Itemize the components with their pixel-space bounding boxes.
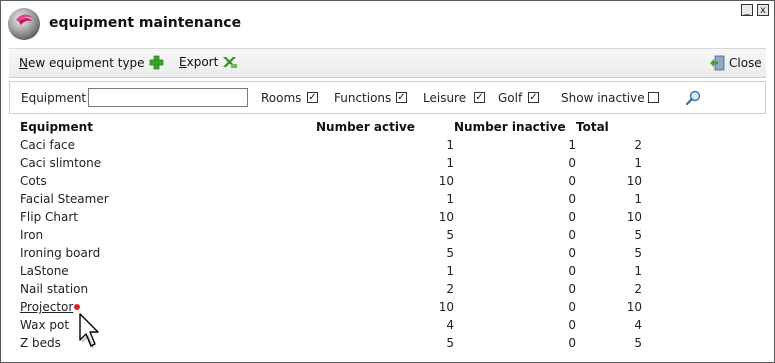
mouse-cursor-icon xyxy=(74,304,99,349)
table-row[interactable]: Flip Chart 10 0 10 xyxy=(20,208,642,226)
equipment-cell: Nail station xyxy=(20,282,89,296)
number-inactive-cell: 1 xyxy=(568,138,576,152)
total-cell: 5 xyxy=(634,246,642,260)
export-button[interactable]: Export xyxy=(179,55,238,69)
col-number-inactive-header[interactable]: Number inactive xyxy=(454,118,576,136)
show-inactive-checkbox[interactable] xyxy=(648,92,659,103)
number-active-cell: 5 xyxy=(446,336,454,350)
col-total-header[interactable]: Total xyxy=(576,118,642,136)
total-cell: 10 xyxy=(626,174,642,188)
total-cell: 1 xyxy=(634,156,642,170)
table-row[interactable]: Projector 10 0 10 xyxy=(20,298,642,316)
number-inactive-cell: 0 xyxy=(568,300,576,314)
functions-checkbox[interactable]: ✓ xyxy=(396,92,407,103)
table-row[interactable]: LaStone 1 0 1 xyxy=(20,262,642,280)
excel-icon xyxy=(223,57,238,68)
table-header-row: Equipment Number active Number inactive … xyxy=(20,118,642,136)
show-inactive-label: Show inactive xyxy=(561,91,645,105)
number-inactive-cell: 0 xyxy=(568,228,576,242)
table-row[interactable]: Caci face 1 1 2 xyxy=(20,136,642,154)
equipment-cell: Iron xyxy=(20,228,44,242)
close-button[interactable]: Close xyxy=(709,55,762,71)
equipment-cell: Facial Steamer xyxy=(20,192,109,206)
number-active-cell: 10 xyxy=(438,210,454,224)
minimize-button[interactable]: _ xyxy=(741,4,753,16)
equipment-cell: Ironing board xyxy=(20,246,101,260)
equipment-cell: Cots xyxy=(20,174,47,188)
number-active-cell: 5 xyxy=(446,228,454,242)
number-active-cell: 1 xyxy=(446,192,454,206)
new-equipment-type-button[interactable]: New equipment type xyxy=(19,55,164,70)
number-inactive-cell: 0 xyxy=(568,282,576,296)
number-active-cell: 1 xyxy=(446,264,454,278)
window-title: equipment maintenance xyxy=(49,15,242,31)
toolbar: New equipment type Export Close xyxy=(9,48,766,78)
total-cell: 1 xyxy=(634,192,642,206)
total-cell: 2 xyxy=(634,138,642,152)
equipment-link[interactable]: Projector xyxy=(20,298,316,316)
leisure-label: Leisure xyxy=(423,91,467,105)
leisure-checkbox[interactable]: ✓ xyxy=(474,92,485,103)
equipment-filter-input[interactable] xyxy=(88,88,248,107)
table-row[interactable]: Iron 5 0 5 xyxy=(20,226,642,244)
exit-door-icon xyxy=(710,55,725,71)
plus-icon xyxy=(149,55,163,70)
equipment-cell: LaStone xyxy=(20,264,69,278)
number-inactive-cell: 0 xyxy=(568,264,576,278)
golf-checkbox[interactable]: ✓ xyxy=(528,92,539,103)
number-inactive-cell: 0 xyxy=(568,210,576,224)
equipment-cell: Flip Chart xyxy=(20,210,78,224)
number-inactive-cell: 0 xyxy=(568,336,576,350)
number-active-cell: 10 xyxy=(438,300,454,314)
new-equipment-type-label: New equipment type xyxy=(19,55,145,70)
number-active-cell: 5 xyxy=(446,246,454,260)
table-row[interactable]: Nail station 2 0 2 xyxy=(20,280,642,298)
window-close-button[interactable]: x xyxy=(757,4,769,16)
table-row[interactable]: Cots 10 0 10 xyxy=(20,172,642,190)
table-row[interactable]: Caci slimtone 1 0 1 xyxy=(20,154,642,172)
table-row[interactable]: Ironing board 5 0 5 xyxy=(20,244,642,262)
export-label: Export xyxy=(179,55,219,69)
number-inactive-cell: 0 xyxy=(568,192,576,206)
total-cell: 10 xyxy=(626,300,642,314)
col-equipment-header[interactable]: Equipment xyxy=(20,118,316,136)
number-inactive-cell: 0 xyxy=(568,318,576,332)
functions-label: Functions xyxy=(334,91,392,105)
title-bar: equipment maintenance _ x xyxy=(1,1,774,48)
total-cell: 5 xyxy=(634,336,642,350)
number-inactive-cell: 0 xyxy=(568,156,576,170)
number-inactive-cell: 0 xyxy=(568,174,576,188)
number-active-cell: 10 xyxy=(438,174,454,188)
number-active-cell: 2 xyxy=(446,282,454,296)
total-cell: 10 xyxy=(626,210,642,224)
app-logo-icon xyxy=(8,8,40,40)
close-label: Close xyxy=(729,56,762,70)
equipment-table: Equipment Number active Number inactive … xyxy=(20,118,642,352)
equipment-cell: Wax pot xyxy=(20,318,70,332)
number-active-cell: 1 xyxy=(446,156,454,170)
col-number-active-header[interactable]: Number active xyxy=(316,118,454,136)
golf-label: Golf xyxy=(498,91,523,105)
equipment-filter-label: Equipment xyxy=(21,91,87,105)
rooms-checkbox[interactable]: ✓ xyxy=(307,92,318,103)
number-active-cell: 4 xyxy=(446,318,454,332)
total-cell: 5 xyxy=(634,228,642,242)
total-cell: 1 xyxy=(634,264,642,278)
total-cell: 2 xyxy=(634,282,642,296)
table-row[interactable]: Facial Steamer 1 0 1 xyxy=(20,190,642,208)
number-inactive-cell: 0 xyxy=(568,246,576,260)
number-active-cell: 1 xyxy=(446,138,454,152)
equipment-cell: Caci slimtone xyxy=(20,156,102,170)
equipment-cell: Caci face xyxy=(20,138,76,152)
magnifier-icon[interactable] xyxy=(685,90,701,106)
filter-bar: Equipment Rooms ✓ Functions ✓ Leisure ✓ … xyxy=(9,81,766,114)
table-row[interactable]: Wax pot 4 0 4 xyxy=(20,316,642,334)
total-cell: 4 xyxy=(634,318,642,332)
equipment-cell: Z beds xyxy=(20,336,61,350)
table-row[interactable]: Z beds 5 0 5 xyxy=(20,334,642,352)
equipment-maintenance-window: equipment maintenance _ x New equipment … xyxy=(0,0,775,363)
rooms-label: Rooms xyxy=(261,91,302,105)
